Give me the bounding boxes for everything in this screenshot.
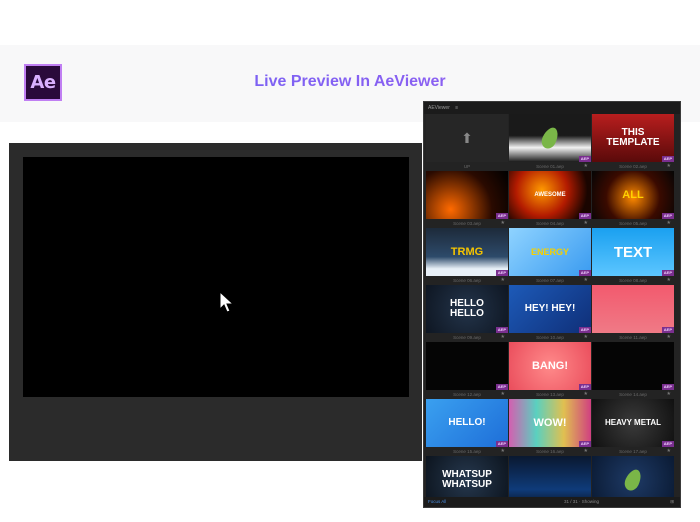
item-count: 31 / 31 · Showing [564,499,600,504]
thumbnail-caption: Scene 16.aep [536,449,564,454]
favorite-star-icon[interactable]: ★ [584,447,588,456]
thumbnail-image: BANG! AEP [509,342,591,390]
thumbnail-image: THIS TEMPLATE AEP [592,114,674,162]
panel-menu-icon[interactable]: ≡ [455,105,458,111]
favorite-star-icon[interactable]: ★ [667,390,671,399]
thumbnail-text: HELLO HELLO [450,298,484,319]
favorite-star-icon[interactable]: ★ [584,162,588,171]
thumbnail-caption: Scene 03.aep [453,221,481,226]
thumbnail-item[interactable]: AEP Scene 11.aep ★ [592,285,674,342]
thumbnail-item[interactable]: WOW! AEP Scene 16.aep ★ [509,399,591,456]
thumbnail-item[interactable]: AEP Scene 01.aep ★ [509,114,591,171]
panel-tab-label: AEViewer [428,105,450,111]
thumbnail-image: AEP [426,342,508,390]
page-title: Live Preview In AeViewer [0,73,700,91]
thumbnail-image: AWESOME AEP [509,171,591,219]
up-folder-button[interactable]: ⬆ UP [426,114,508,171]
thumbnail-image: AEP [592,342,674,390]
thumbnail-image: HELLO! AEP [426,399,508,447]
thumbnail-text: ALL [622,188,644,201]
up-arrow-icon: ⬆ [461,129,473,146]
thumbnail-image: ALL AEP [592,171,674,219]
thumbnail-image: AEP [426,171,508,219]
panel-footer: Focus All 31 / 31 · Showing ⊞ [424,497,680,507]
thumbnail-item[interactable]: HEY! HEY! AEP Scene 10.aep ★ [509,285,591,342]
thumbnail-caption: Scene 12.aep [453,392,481,397]
leaf-icon [539,125,561,151]
thumbnail-text: WOW! [533,416,567,429]
grid-view-icon[interactable]: ⊞ [670,497,674,507]
aeviewer-panel: AEViewer ≡ ⬆ UP AEP Scene 01.aep ★ THIS TEMPL… [423,101,681,508]
thumbnail-item[interactable]: AEP Scene 03.aep ★ [426,171,508,228]
thumbnail-item[interactable]: HEAVY METAL AEP Scene 17.aep ★ [592,399,674,456]
favorite-star-icon[interactable]: ★ [667,447,671,456]
thumbnail-item[interactable]: HELLO HELLO AEP Scene 09.aep ★ [426,285,508,342]
mouse-cursor-icon [219,291,235,313]
panel-tab[interactable]: AEViewer ≡ [424,102,680,114]
thumbnail-text: TRMG [450,245,484,258]
favorite-star-icon[interactable]: ★ [667,333,671,342]
thumbnail-item[interactable]: BANG! AEP Scene 13.aep ★ [509,342,591,399]
thumbnail-image: TRMG AEP [426,228,508,276]
thumbnail-caption: Scene 07.aep [536,278,564,283]
favorite-star-icon[interactable]: ★ [501,219,505,228]
thumbnail-text: HEY! HEY! [524,303,576,314]
favorite-star-icon[interactable]: ★ [667,162,671,171]
favorite-star-icon[interactable]: ★ [584,276,588,285]
thumbnail-text: HEAVY METAL [604,418,661,427]
leaf-icon [622,467,644,493]
thumbnail-text: WHATSUP WHATSUP [442,469,492,490]
thumbnail-image: AEP [509,114,591,162]
favorite-star-icon[interactable]: ★ [501,276,505,285]
thumbnail-item[interactable]: AEP Scene 12.aep ★ [426,342,508,399]
favorite-star-icon[interactable]: ★ [667,219,671,228]
thumbnail-image: AEP [592,285,674,333]
thumbnail-caption: Scene 04.aep [536,221,564,226]
thumbnail-image: HELLO HELLO AEP [426,285,508,333]
thumbnail-item[interactable]: TEXT AEP Scene 08.aep ★ [592,228,674,285]
preview-screen[interactable] [23,157,409,397]
thumbnail-caption: Scene 01.aep [536,164,564,169]
thumbnail-image: HEAVY METAL AEP [592,399,674,447]
thumbnail-text: TEXT [613,243,653,261]
thumbnail-item[interactable]: THIS TEMPLATE AEP Scene 02.aep ★ [592,114,674,171]
thumbnail-caption: Scene 13.aep [536,392,564,397]
favorite-star-icon[interactable]: ★ [501,333,505,342]
thumbnail-image: ⬆ [426,114,508,162]
favorite-star-icon[interactable]: ★ [584,390,588,399]
thumbnail-caption: UP [463,164,471,169]
thumbnail-item[interactable]: ALL AEP Scene 05.aep ★ [592,171,674,228]
thumbnail-caption: Scene 10.aep [536,335,564,340]
thumbnail-item[interactable]: TRMG AEP Scene 06.aep ★ [426,228,508,285]
thumbnail-item[interactable]: ENERGY AEP Scene 07.aep ★ [509,228,591,285]
thumbnail-caption: Scene 02.aep [619,164,647,169]
thumbnail-caption: Scene 09.aep [453,335,481,340]
focus-all-link[interactable]: Focus All [428,497,446,507]
thumbnail-text: BANG! [531,359,569,372]
thumbnail-text: HELLO! [448,417,486,428]
thumbnail-caption: Scene 14.aep [619,392,647,397]
thumbnail-caption: Scene 15.aep [453,449,481,454]
thumbnail-image: HEY! HEY! AEP [509,285,591,333]
thumbnail-image: WOW! AEP [509,399,591,447]
favorite-star-icon[interactable]: ★ [584,333,588,342]
thumbnail-text: ENERGY [530,246,569,257]
favorite-star-icon[interactable]: ★ [501,447,505,456]
thumbnail-item[interactable]: AEP Scene 14.aep ★ [592,342,674,399]
thumbnail-text: THIS TEMPLATE [606,127,660,148]
thumbnail-caption: Scene 06.aep [453,278,481,283]
favorite-star-icon[interactable]: ★ [501,390,505,399]
thumbnail-item[interactable]: HELLO! AEP Scene 15.aep ★ [426,399,508,456]
favorite-star-icon[interactable]: ★ [667,276,671,285]
thumbnail-caption: Scene 11.aep [619,335,647,340]
thumbnail-item[interactable]: AWESOME AEP Scene 04.aep ★ [509,171,591,228]
favorite-star-icon[interactable]: ★ [584,219,588,228]
preview-window [9,143,422,461]
thumbnail-image: TEXT AEP [592,228,674,276]
thumbnail-caption: Scene 17.aep [619,449,647,454]
thumbnail-image: ENERGY AEP [509,228,591,276]
thumbnail-caption: Scene 08.aep [619,278,647,283]
thumbnail-text: AWESOME [534,192,566,198]
thumbnail-caption: Scene 05.aep [619,221,647,226]
